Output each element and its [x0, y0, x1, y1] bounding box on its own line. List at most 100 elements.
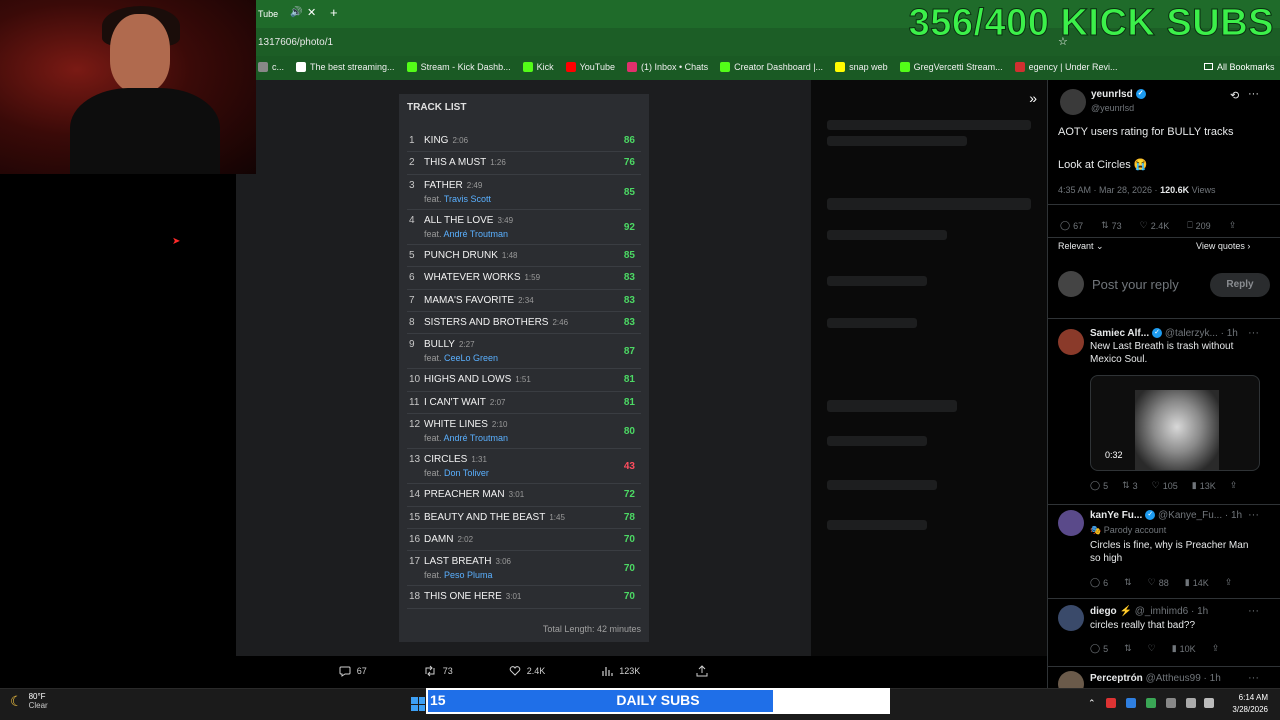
author-avatar[interactable] — [1060, 89, 1086, 115]
views-count-stat[interactable]: ▮ 10K — [1172, 643, 1196, 654]
close-tab-icon[interactable]: ✕ — [307, 6, 316, 19]
share-icon[interactable]: ⇪ — [1212, 643, 1220, 654]
tray-app-icon[interactable] — [1106, 698, 1116, 708]
reply-post[interactable]: kanYe Fu... ✓ @Kanye_Fu... · 1h ··· 🎭 Par… — [1048, 504, 1280, 598]
bookmark-item[interactable]: GregVercetti Stream... — [899, 62, 1003, 72]
microphone-icon[interactable] — [1166, 698, 1176, 708]
taskbar-clock[interactable]: 6:14 AM 3/28/2026 — [1232, 692, 1268, 716]
tray-chevron-icon[interactable]: ⌃ — [1088, 698, 1098, 708]
all-bookmarks-link[interactable]: All Bookmarks — [1204, 62, 1275, 72]
tweet-bookmark-stat[interactable]: ⎕ 209 — [1187, 220, 1210, 231]
reply-action[interactable]: 67 — [339, 665, 367, 677]
track-name-line: SISTERS AND BROTHERS 2:46 — [424, 317, 568, 328]
share-icon[interactable]: ⇪ — [1230, 480, 1238, 491]
share-action[interactable] — [696, 665, 708, 677]
like-count-stat[interactable]: ♡ — [1148, 643, 1156, 654]
repost-count-stat[interactable]: ⇅ — [1124, 643, 1132, 654]
like-count-stat[interactable]: ♡ 88 — [1148, 577, 1169, 588]
bookmark-item[interactable]: The best streaming... — [296, 62, 395, 72]
reply-name[interactable]: Perceptrón — [1090, 673, 1143, 684]
views-action[interactable]: 123K — [601, 665, 640, 677]
bookmark-label: egency | Under Revi... — [1028, 62, 1118, 72]
reply-post[interactable]: diego ⚡ @_imhimd6 · 1h ··· circles reall… — [1048, 598, 1280, 662]
reply-video[interactable]: 0:32 — [1090, 375, 1260, 471]
tweet-repost-count: 73 — [1111, 220, 1122, 231]
reply-count-stat[interactable]: ◯ 6 — [1090, 577, 1108, 588]
new-tab-icon[interactable]: + — [330, 5, 338, 20]
track-score: 70 — [623, 534, 635, 545]
bookmark-item[interactable]: Creator Dashboard |... — [720, 62, 823, 72]
repost-action[interactable]: 73 — [423, 665, 453, 677]
more-icon[interactable]: ··· — [1248, 605, 1259, 617]
bookmark-item[interactable]: Kick — [522, 62, 554, 72]
tweet-timestamp: 4:35 AM · Mar 28, 2026 · 120.6K Views — [1058, 185, 1215, 195]
repost-count: 3 — [1132, 480, 1138, 491]
speaker-icon[interactable]: 🔊 — [290, 7, 302, 18]
reply-name[interactable]: kanYe Fu... — [1090, 510, 1142, 521]
reply-input[interactable]: Post your reply — [1092, 277, 1179, 292]
more-icon[interactable]: ··· — [1248, 88, 1259, 100]
reply-post[interactable]: Perceptrón @Attheus99 · 1h ··· — [1048, 666, 1280, 688]
sort-dropdown[interactable]: Relevant ⌄ — [1058, 241, 1104, 252]
reply-name[interactable]: Samiec Alf... — [1090, 328, 1149, 339]
bookmark-label: Creator Dashboard |... — [734, 62, 824, 72]
tab-title[interactable]: Tube — [258, 9, 278, 19]
grok-icon[interactable]: ⟲ — [1230, 89, 1239, 102]
author-name[interactable]: yeunrlsd ✓ — [1091, 89, 1146, 100]
bookmark-item[interactable]: Stream - Kick Dashb... — [406, 62, 511, 72]
bookmark-item[interactable]: (1) Inbox • Chats — [626, 62, 708, 72]
share-icon[interactable]: ⇪ — [1225, 577, 1233, 588]
track-name-line: ALL THE LOVE 3:49 — [424, 215, 513, 226]
bookmark-item[interactable]: c... — [258, 62, 284, 72]
track-score: 70 — [623, 563, 635, 575]
track-number: 5 — [409, 249, 415, 261]
verified-icon: ✓ — [1135, 89, 1146, 100]
bookmark-item[interactable]: YouTube — [565, 62, 615, 72]
mouse-cursor-icon: ➤ — [172, 236, 181, 247]
clock-date: 3/28/2026 — [1232, 705, 1268, 714]
bookmark-item[interactable]: egency | Under Revi... — [1014, 62, 1118, 72]
weather-widget[interactable]: ☾ 80°F Clear — [10, 692, 48, 710]
views-count-stat[interactable]: ▮ 14K — [1185, 577, 1209, 588]
like-count-stat[interactable]: ♡ 105 — [1152, 480, 1178, 491]
reply-name[interactable]: diego ⚡ — [1090, 606, 1132, 617]
more-icon[interactable]: ··· — [1248, 327, 1259, 339]
tweet-reply-stat[interactable]: ◯ 67 — [1060, 220, 1083, 231]
share-icon[interactable]: ⇪ — [1229, 220, 1237, 231]
reply-avatar[interactable] — [1058, 329, 1084, 355]
reply-avatar[interactable] — [1058, 510, 1084, 536]
windows-start-icon[interactable] — [411, 697, 425, 711]
views-count-stat[interactable]: ▮ 13K — [1192, 480, 1216, 491]
more-icon[interactable]: ··· — [1248, 672, 1259, 684]
reply-avatar[interactable] — [1058, 605, 1084, 631]
track-name: THIS A MUST — [424, 157, 487, 169]
tweet-repost-stat[interactable]: ⇅ 73 — [1101, 220, 1122, 231]
volume-icon[interactable] — [1204, 698, 1214, 708]
more-icon[interactable]: ··· — [1248, 509, 1259, 521]
like-action[interactable]: 2.4K — [509, 665, 545, 677]
bluetooth-icon[interactable] — [1126, 698, 1136, 708]
track-row: 4 ALL THE LOVE 3:49 feat. André Troutman 92 — [407, 210, 641, 245]
reply-post[interactable]: Samiec Alf... ✓ @talerzyk... · 1h ··· New… — [1048, 318, 1280, 498]
track-name: I CAN'T WAIT — [424, 396, 486, 408]
expand-panel-icon[interactable]: » — [1029, 90, 1037, 106]
reply-count-stat[interactable]: ◯ 5 — [1090, 480, 1108, 491]
repost-count-stat[interactable]: ⇅ — [1124, 577, 1132, 588]
track-number: 15 — [409, 511, 421, 523]
view-quotes-link[interactable]: View quotes › — [1196, 241, 1250, 251]
bookmark-item[interactable]: snap web — [835, 62, 888, 72]
tray-shield-icon[interactable] — [1146, 698, 1156, 708]
author-handle[interactable]: @yeunrlsd — [1091, 103, 1134, 113]
repost-count-stat[interactable]: ⇅ 3 — [1122, 480, 1138, 491]
reply-avatar[interactable] — [1058, 671, 1084, 688]
reply-count-stat[interactable]: ◯ 5 — [1090, 643, 1108, 654]
wifi-icon[interactable] — [1186, 698, 1196, 708]
kick-subs-goal-overlay: 356/400 KICK SUBS — [908, 2, 1274, 45]
reply-button[interactable]: Reply — [1210, 273, 1270, 297]
track-row: 5 PUNCH DRUNK 1:48 85 — [407, 245, 641, 268]
views-count: 13K — [1199, 480, 1216, 491]
track-name: PREACHER MAN — [424, 489, 505, 501]
url-text[interactable]: 1317606/photo/1 — [258, 37, 333, 48]
tweet-like-stat[interactable]: ♡ 2.4K — [1140, 220, 1170, 231]
track-row: 8 SISTERS AND BROTHERS 2:46 83 — [407, 312, 641, 335]
